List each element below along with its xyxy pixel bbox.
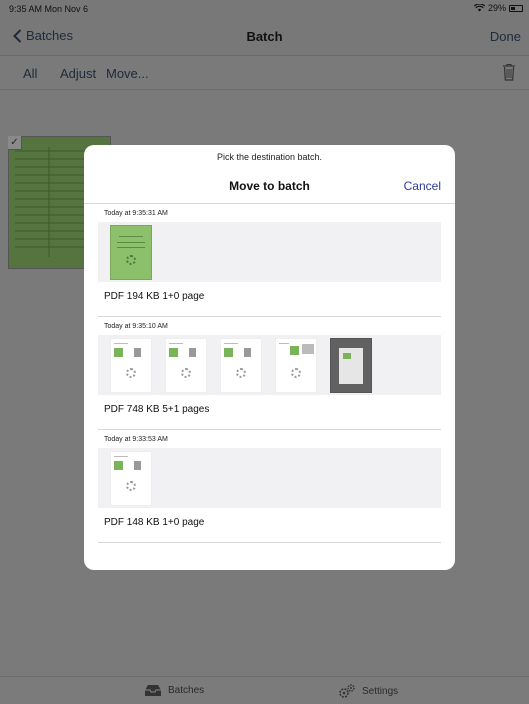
batch-thumbnails [98,222,441,282]
select-all-button[interactable]: All [23,66,37,81]
page-thumbnail [220,338,262,393]
gears-icon [339,684,355,698]
batch-info: PDF 194 KB 1+0 page [104,291,205,302]
batch-date: Today at 9:33:53 AM [104,436,168,443]
page-thumbnail [110,225,152,280]
navigation-bar: Batches Batch Done [0,16,529,56]
status-right: 29% [473,3,523,13]
tab-batches[interactable]: Batches [144,684,204,697]
page-title: Batch [246,29,283,44]
battery-percent: 29% [487,3,506,13]
status-time: 9:35 AM Mon Nov 6 [9,4,89,14]
tab-settings[interactable]: Settings [338,684,398,699]
wifi-icon [473,4,485,12]
tab-settings-label: Settings [362,686,399,697]
batch-date: Today at 9:35:31 AM [104,210,168,217]
batch-info: PDF 748 KB 5+1 pages [104,404,210,415]
tray-icon [145,685,161,696]
move-button[interactable]: Move... [106,66,149,81]
page-thumbnail [165,338,207,393]
tab-batches-label: Batches [168,685,205,696]
page-thumbnail [330,338,372,393]
batch-thumbnails [98,448,441,508]
batch-thumbnails [98,335,441,395]
batch-row[interactable]: Today at 9:33:53 AM PDF 148 KB 1+0 page [98,430,441,543]
page-thumbnail [275,338,317,393]
battery-icon [509,4,523,12]
dialog-title: Move to batch [229,179,310,193]
page-thumbnail [110,338,152,393]
dialog-subtitle: Pick the destination batch. [216,152,323,162]
batch-date: Today at 9:35:10 AM [104,323,168,330]
batch-row[interactable]: Today at 9:35:10 AM PDF 748 KB 5+1 pages [98,317,441,430]
toolbar: All Adjust Move... [0,56,529,90]
done-button[interactable]: Done [490,29,521,44]
cancel-button[interactable]: Cancel [404,179,441,193]
batch-row[interactable]: Today at 9:35:31 AM PDF 194 KB 1+0 page [98,204,441,317]
adjust-button[interactable]: Adjust [60,66,96,81]
trash-icon[interactable] [502,63,516,81]
tab-bar: Batches Settings [0,676,529,704]
batch-info: PDF 148 KB 1+0 page [104,517,205,528]
status-bar: 9:35 AM Mon Nov 6 29% [0,0,529,16]
move-to-batch-dialog: Pick the destination batch. Move to batc… [84,145,455,570]
page-thumbnail [110,451,152,506]
checkmark-icon: ✓ [8,136,22,150]
